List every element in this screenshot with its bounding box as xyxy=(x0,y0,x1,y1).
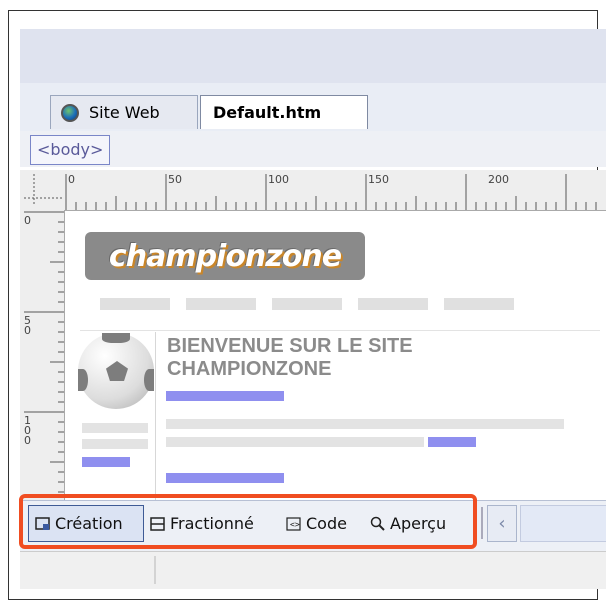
link-placeholder xyxy=(166,391,284,401)
text-placeholder xyxy=(82,439,148,449)
welcome-line: BIENVENUE SUR LE SITE xyxy=(167,335,413,357)
chevron-left-icon: ‹ xyxy=(498,513,506,534)
link-placeholder xyxy=(166,473,284,483)
ruler-corner[interactable] xyxy=(20,170,64,210)
ruler-label: 200 xyxy=(488,173,509,186)
ruler-label: 1 0 0 xyxy=(24,414,31,447)
ball-patch xyxy=(78,369,88,391)
globe-icon xyxy=(61,103,79,122)
nav-placeholder xyxy=(186,298,256,310)
logo-text: championzone xyxy=(108,238,342,274)
horizontal-scrollbar[interactable] xyxy=(520,505,606,542)
text-placeholder xyxy=(166,419,564,429)
tab-label: Default.htm xyxy=(213,103,322,122)
scroll-left-button[interactable]: ‹ xyxy=(487,505,517,542)
vertical-ruler: 0 5 0 1 0 0 xyxy=(20,210,65,500)
ball-patch xyxy=(106,361,128,381)
body-tag-button[interactable]: <body> xyxy=(30,135,111,165)
ruler-label: 100 xyxy=(268,173,289,186)
nav-placeholder xyxy=(272,298,342,310)
ruler-label: 5 0 xyxy=(24,314,31,337)
nav-placeholder xyxy=(444,298,514,310)
toolbar-area xyxy=(20,29,606,83)
horizontal-ruler: 0 50 100 150 200 xyxy=(64,170,606,211)
tab-label: Site Web xyxy=(89,103,160,122)
status-bar xyxy=(20,551,606,589)
link-placeholder xyxy=(428,437,476,447)
link-placeholder xyxy=(82,457,130,467)
horizontal-ruler-ticks xyxy=(65,174,597,210)
ruler-origin-icon xyxy=(24,174,64,206)
ruler-label: 50 xyxy=(168,173,182,186)
tab-site-web[interactable]: Site Web xyxy=(50,95,198,129)
site-logo: championzone xyxy=(85,232,365,280)
tab-default-htm[interactable]: Default.htm xyxy=(200,95,368,129)
status-divider xyxy=(154,556,156,584)
text-placeholder xyxy=(82,423,148,433)
text-placeholder xyxy=(166,437,424,447)
nav-placeholder xyxy=(358,298,428,310)
view-buttons-highlight xyxy=(19,494,477,549)
ball-patch xyxy=(102,333,130,343)
ruler-label: 0 xyxy=(68,173,75,186)
vertical-ruler-ticks xyxy=(24,211,64,493)
column-divider xyxy=(155,332,156,502)
ruler-label: 150 xyxy=(368,173,389,186)
welcome-heading: BIENVENUE SUR LE SITE CHAMPIONZONE xyxy=(167,335,413,381)
toolbar-separator xyxy=(481,507,483,539)
soccer-ball-image xyxy=(78,333,154,409)
ruler-label: 0 xyxy=(24,214,31,227)
welcome-line: CHAMPIONZONE xyxy=(167,358,332,380)
ball-patch xyxy=(144,369,154,391)
nav-placeholder xyxy=(100,298,170,310)
